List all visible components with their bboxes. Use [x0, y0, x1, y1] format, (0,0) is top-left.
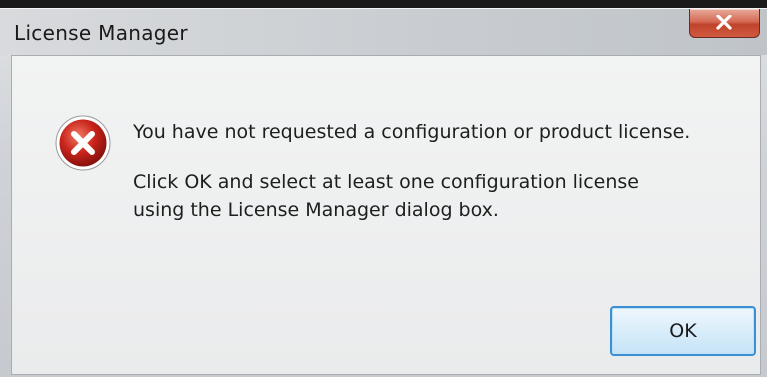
error-message: You have not requested a configuration o… [133, 118, 733, 224]
message-line-3: using the License Manager dialog box. [133, 199, 499, 221]
ok-button[interactable]: OK [610, 306, 756, 356]
title-bar[interactable]: License Manager [0, 9, 767, 55]
error-icon [55, 115, 111, 171]
message-line-1: You have not requested a configuration o… [133, 121, 691, 143]
message-line-2: Click OK and select at least one configu… [133, 171, 639, 193]
license-manager-dialog: License Manager You have not requested a… [0, 8, 767, 377]
close-icon [716, 15, 732, 30]
screen: License Manager You have not requested a… [0, 0, 767, 377]
dialog-body: You have not requested a configuration o… [11, 55, 761, 375]
window-title: License Manager [14, 21, 188, 45]
close-button[interactable] [689, 9, 760, 38]
